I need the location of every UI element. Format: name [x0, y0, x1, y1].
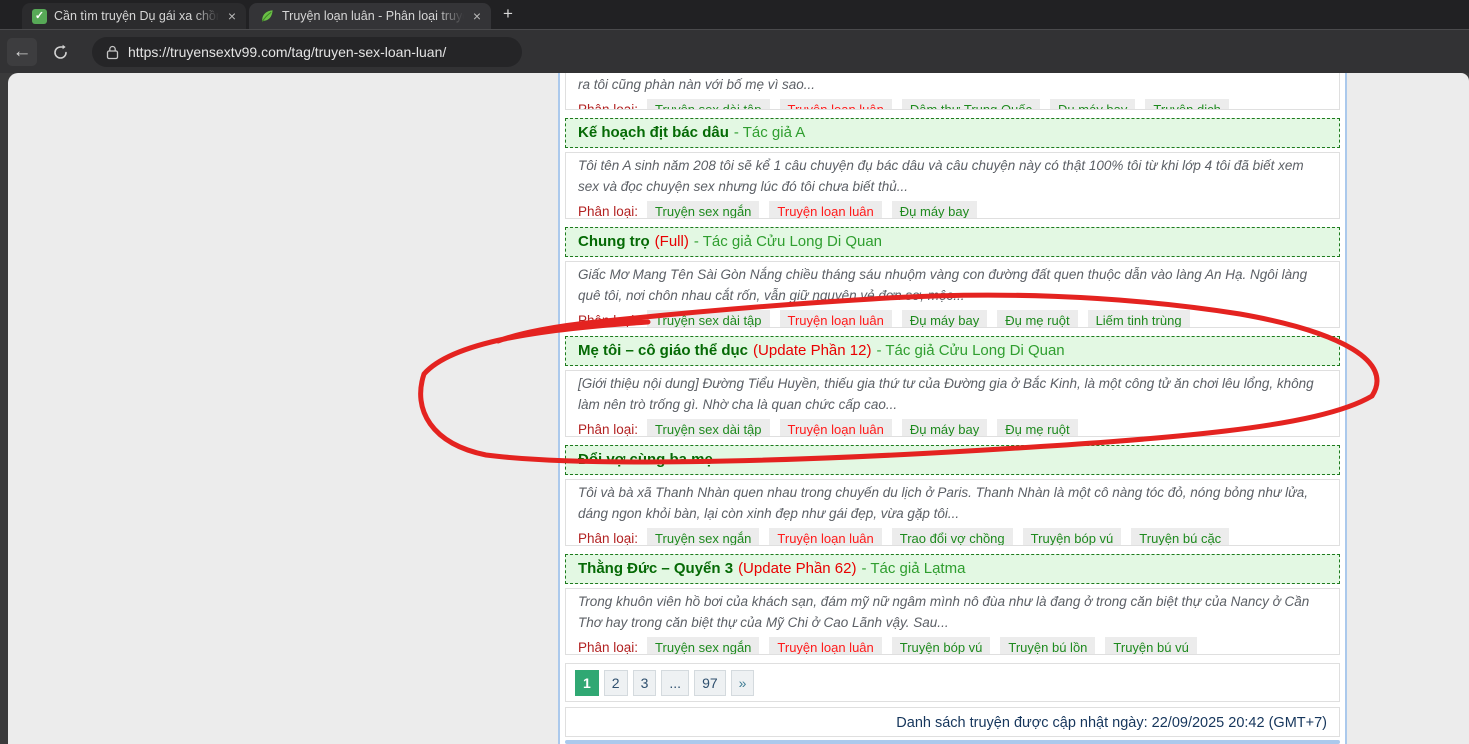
section-divider-bar — [565, 740, 1340, 744]
pagination-page-2[interactable]: 2 — [604, 670, 628, 696]
tag-chip[interactable]: Truyện loạn luân — [780, 419, 892, 438]
tag-chip[interactable]: Truyện loạn luân — [769, 528, 881, 547]
tab-1-title: Cần tìm truyện Dụ gái xa chồng f — [54, 9, 219, 23]
tag-row: Phân loại: Truyện sex ngắn Truyện loạn lu… — [578, 526, 1327, 546]
tag-chip[interactable]: Đụ mẹ ruột — [997, 310, 1077, 329]
pagination: 123...97» — [565, 663, 1340, 702]
story-update-status: (Full) — [655, 233, 689, 250]
tag-chip[interactable]: Dâm thư Trung Quốc — [902, 99, 1040, 111]
tag-chip[interactable]: Truyện sex dài tập — [647, 99, 769, 111]
tag-chip[interactable]: Truyện bú cặc — [1131, 528, 1229, 547]
story-header: Mẹ tôi – cô giáo thể dục (Update Phần 12)… — [565, 336, 1340, 366]
story-author: - Tác giả A — [734, 124, 805, 141]
tag-chip[interactable]: Truyện sex ngắn — [647, 201, 759, 220]
story-excerpt: Giấc Mơ Mang Tên Sài Gòn Nắng chiều thán… — [578, 264, 1327, 306]
story-header: Thằng Đức – Quyển 3 (Update Phần 62) - Tác… — [565, 554, 1340, 584]
tag-chip[interactable]: Truyện sex dài tập — [647, 310, 769, 329]
tag-row: Phân loại: Truyện sex dài tập Truyện loạn… — [578, 308, 1327, 328]
tag-chip[interactable]: Truyện dịch — [1145, 99, 1228, 111]
story-title-link[interactable]: Kế hoạch địt bác dâu — [578, 124, 729, 141]
story-excerpt-box-partial: ra tôi cũng phàn nàn với bố mẹ vì sao...… — [565, 73, 1340, 110]
tag-chip[interactable]: Đụ mẹ ruột — [997, 419, 1077, 438]
category-label: Phân loại: — [578, 640, 638, 655]
tab-1[interactable]: ✓ Cần tìm truyện Dụ gái xa chồng f × — [22, 3, 246, 29]
story-author: - Tác giả Cửu Long Di Quan — [876, 342, 1064, 359]
url-text: https://truyensextv99.com/tag/truyen-sex… — [128, 44, 446, 60]
tag-chip[interactable]: Đụ máy bay — [902, 310, 987, 329]
pagination-page-1[interactable]: 1 — [575, 670, 599, 696]
story-title-link[interactable]: Thằng Đức – Quyển 3 — [578, 560, 733, 577]
tag-chip[interactable]: Đụ máy bay — [902, 419, 987, 438]
story-list-panel: ra tôi cũng phàn nàn với bố mẹ vì sao...… — [558, 73, 1347, 744]
story-title-link[interactable]: Đổi vợ cùng ba mẹ — [578, 451, 713, 468]
pagination-page-97[interactable]: 97 — [694, 670, 726, 696]
category-label: Phân loại: — [578, 422, 638, 437]
tag-row: Phân loại: Truyện sex dài tập Truyện loạn … — [578, 97, 1327, 110]
address-bar[interactable]: https://truyensextv99.com/tag/truyen-sex… — [92, 37, 522, 67]
pagination-next-button[interactable]: » — [731, 670, 755, 696]
story-update-status: (Update Phần 62) — [738, 560, 856, 577]
pagination-page-...[interactable]: ... — [661, 670, 689, 696]
story-header: Kế hoạch địt bác dâu - Tác giả A — [565, 118, 1340, 148]
story-header: Đổi vợ cùng ba mẹ — [565, 445, 1340, 475]
tag-chip[interactable]: Truyện bú lồn — [1000, 637, 1095, 656]
update-timestamp-note: Danh sách truyện được cập nhật ngày: 22/… — [565, 707, 1340, 737]
tag-row: Phân loại: Truyện sex ngắn Truyện loạn lu… — [578, 635, 1327, 655]
navigation-toolbar: ← https://truyensextv99.com/tag/truyen-s… — [0, 29, 1469, 73]
tag-chip[interactable]: Truyện loạn luân — [769, 637, 881, 656]
story-excerpt-box: Trong khuôn viên hồ bơi của khách sạn, đ… — [565, 588, 1340, 655]
checkmark-favicon-icon: ✓ — [32, 9, 47, 24]
tag-chip[interactable]: Đụ máy bay — [1050, 99, 1135, 111]
tag-chip[interactable]: Truyện loạn luân — [780, 99, 892, 111]
tab-2-close-icon[interactable]: × — [471, 9, 483, 23]
story-header: Chung trọ (Full) - Tác giả Cửu Long Di Qua… — [565, 227, 1340, 257]
category-label: Phân loại: — [578, 204, 638, 219]
story-excerpt: Tôi tên A sinh năm 208 tôi sẽ kể 1 câu c… — [578, 155, 1327, 197]
story-excerpt-box: Giấc Mơ Mang Tên Sài Gòn Nắng chiều thán… — [565, 261, 1340, 328]
tag-chip[interactable]: Liếm tinh trùng — [1088, 310, 1190, 329]
story-excerpt: [Giới thiệu nội dung] Đường Tiểu Huyền, … — [578, 373, 1327, 415]
story-excerpt: ra tôi cũng phàn nàn với bố mẹ vì sao... — [578, 74, 1327, 95]
story-excerpt-box: Tôi tên A sinh năm 208 tôi sẽ kể 1 câu c… — [565, 152, 1340, 219]
category-label: Phân loại: — [578, 313, 638, 328]
reload-button[interactable] — [45, 38, 75, 66]
window-frame: ra tôi cũng phàn nàn với bố mẹ vì sao...… — [0, 73, 1469, 744]
category-label: Phân loại: — [578, 531, 638, 546]
tab-2-active[interactable]: Truyện loạn luân - Phân loại truyệ × — [249, 3, 491, 29]
tag-chip[interactable]: Truyện sex ngắn — [647, 528, 759, 547]
leaf-favicon-icon — [259, 8, 275, 24]
tag-chip[interactable]: Trao đổi vợ chồng — [892, 528, 1013, 547]
category-label: Phân loại: — [578, 102, 638, 111]
story-excerpt: Trong khuôn viên hồ bơi của khách sạn, đ… — [578, 591, 1327, 633]
tag-chip[interactable]: Truyện sex dài tập — [647, 419, 769, 438]
tag-chip[interactable]: Đụ máy bay — [892, 201, 977, 220]
tag-row: Phân loại: Truyện sex ngắn Truyện loạn lu… — [578, 199, 1327, 219]
story-author: - Tác giả Cửu Long Di Quan — [694, 233, 882, 250]
tag-chip[interactable]: Truyện bóp vú — [892, 637, 991, 656]
tag-chip[interactable]: Truyện sex ngắn — [647, 637, 759, 656]
story-title-link[interactable]: Chung trọ — [578, 233, 650, 250]
back-button[interactable]: ← — [7, 38, 37, 66]
new-tab-button[interactable]: + — [503, 4, 513, 24]
story-update-status: (Update Phần 12) — [753, 342, 871, 359]
tag-row: Phân loại: Truyện sex dài tập Truyện loạn… — [578, 417, 1327, 437]
pagination-page-3[interactable]: 3 — [633, 670, 657, 696]
browser-window: ✓ Cần tìm truyện Dụ gái xa chồng f × Tru… — [0, 0, 1469, 744]
tag-chip[interactable]: Truyện bú vú — [1105, 637, 1196, 656]
tab-bar: ✓ Cần tìm truyện Dụ gái xa chồng f × Tru… — [0, 0, 1469, 29]
tag-chip[interactable]: Truyện loạn luân — [780, 310, 892, 329]
story-excerpt-box: Tôi và bà xã Thanh Nhàn quen nhau trong … — [565, 479, 1340, 546]
story-excerpt-box: [Giới thiệu nội dung] Đường Tiểu Huyền, … — [565, 370, 1340, 437]
reload-icon — [52, 44, 69, 61]
tag-chip[interactable]: Truyện loạn luân — [769, 201, 881, 220]
web-page: ra tôi cũng phàn nàn với bố mẹ vì sao...… — [8, 73, 1469, 744]
story-excerpt: Tôi và bà xã Thanh Nhàn quen nhau trong … — [578, 482, 1327, 524]
lock-icon — [106, 45, 119, 60]
story-author: - Tác giả Lạtma — [861, 560, 965, 577]
tab-1-close-icon[interactable]: × — [226, 9, 238, 23]
story-title-link[interactable]: Mẹ tôi – cô giáo thể dục — [578, 342, 748, 359]
tag-chip[interactable]: Truyện bóp vú — [1023, 528, 1122, 547]
tab-2-title: Truyện loạn luân - Phân loại truyệ — [282, 9, 464, 23]
